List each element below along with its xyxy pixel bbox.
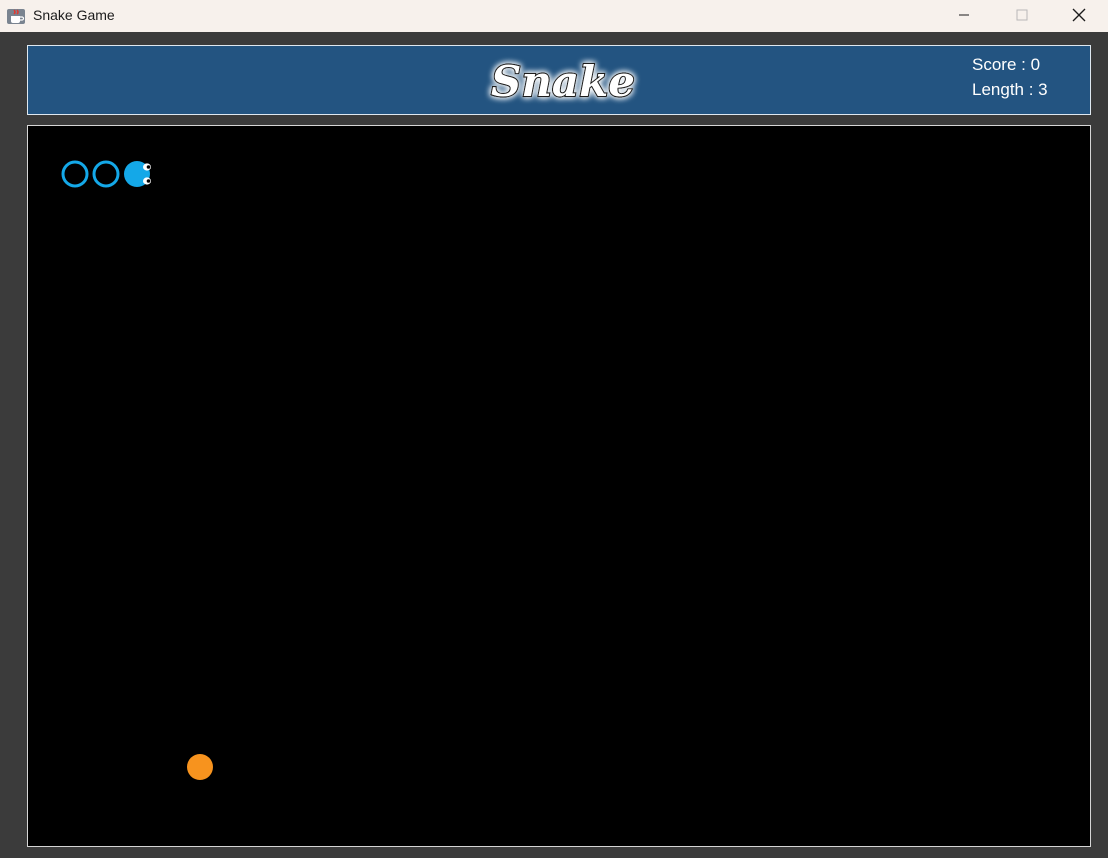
title-bar: Snake Game [0,0,1108,32]
maximize-button[interactable] [993,0,1051,30]
close-button[interactable] [1050,0,1108,30]
game-board[interactable] [27,125,1091,847]
score-display: Score : 0 [972,55,1041,74]
java-cup-icon [7,9,25,24]
logo-text: Snake [491,57,635,106]
game-canvas [61,160,213,780]
close-icon [1072,8,1086,22]
minimize-button[interactable] [935,0,993,30]
snake-head [124,161,151,187]
window-title: Snake Game [33,7,115,23]
snake-body-segment [61,160,89,188]
minimize-icon [959,14,969,16]
snake-logo: Snake [490,56,636,107]
maximize-icon [1016,9,1028,21]
header-panel: Snake Score : 0 Length : 3 [27,45,1091,115]
snake-body-segment [92,160,120,188]
food-pellet [187,754,213,780]
length-display: Length : 3 [972,80,1048,99]
